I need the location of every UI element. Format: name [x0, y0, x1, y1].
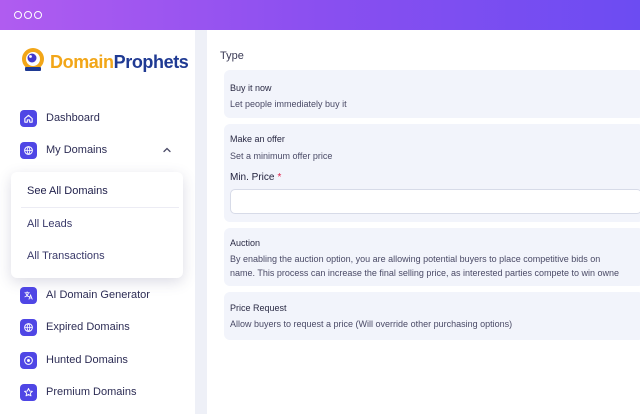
sidebar-divider: [195, 30, 207, 414]
submenu-item-see-all-domains[interactable]: See All Domains: [27, 185, 108, 197]
min-price-input[interactable]: [230, 189, 640, 214]
target-icon: [20, 351, 37, 369]
submenu-divider: [21, 207, 179, 208]
brand-name-part2: Prophets: [113, 52, 189, 72]
brand-name-part1: Domain: [50, 52, 114, 72]
sidebar-item-label: Hunted Domains: [46, 354, 128, 366]
submenu-item-all-transactions[interactable]: All Transactions: [27, 250, 105, 262]
sidebar-item-my-domains[interactable]: My Domains: [20, 140, 107, 160]
option-description: Set a minimum offer price: [230, 151, 333, 161]
globe-icon: [20, 141, 37, 159]
sidebar-item-expired-domains[interactable]: Expired Domains: [20, 317, 130, 337]
sidebar-item-hunted-domains[interactable]: Hunted Domains: [20, 350, 128, 370]
page-title: Type: [220, 50, 244, 62]
min-price-label-text: Min. Price: [230, 172, 275, 183]
globe-icon: [20, 318, 37, 336]
logo-icon[interactable]: [20, 46, 48, 74]
sidebar-item-ai-domain-generator[interactable]: AI Domain Generator: [20, 285, 150, 305]
my-domains-submenu: See All Domains All Leads All Transactio…: [11, 172, 183, 278]
sidebar-item-label: Dashboard: [46, 112, 100, 124]
min-price-label: Min. Price *: [230, 172, 281, 183]
option-description-line1: By enabling the auction option, you are …: [230, 254, 601, 264]
option-title: Price Request: [230, 303, 287, 313]
option-price-request[interactable]: Price Request Allow buyers to request a …: [224, 292, 640, 340]
sidebar-item-label: Expired Domains: [46, 321, 130, 333]
chevron-up-icon[interactable]: [161, 144, 173, 156]
option-description: Let people immediately buy it: [230, 99, 347, 109]
option-title: Buy it now: [230, 83, 272, 93]
window-dot-icon[interactable]: [34, 11, 42, 19]
sidebar-item-dashboard[interactable]: Dashboard: [20, 108, 100, 128]
option-description-line2: name. This process can increase the fina…: [230, 268, 620, 278]
option-auction[interactable]: Auction By enabling the auction option, …: [224, 228, 640, 286]
window-titlebar: [0, 0, 640, 30]
sidebar-item-label: Premium Domains: [46, 386, 137, 398]
brand-name[interactable]: DomainProphets: [50, 52, 189, 73]
sidebar-item-label: AI Domain Generator: [46, 289, 150, 301]
option-buy-it-now[interactable]: Buy it now Let people immediately buy it: [224, 70, 640, 118]
required-marker: *: [277, 172, 282, 183]
star-icon: [20, 383, 37, 401]
sidebar-item-premium-domains[interactable]: Premium Domains: [20, 382, 136, 402]
option-title: Make an offer: [230, 134, 285, 144]
window-dot-icon[interactable]: [14, 11, 22, 19]
translate-icon: [20, 286, 37, 304]
window-dot-icon[interactable]: [24, 11, 32, 19]
sidebar-item-label: My Domains: [46, 144, 108, 156]
option-description: Allow buyers to request a price (Will ov…: [230, 319, 513, 329]
option-title: Auction: [230, 238, 261, 248]
home-icon: [20, 109, 37, 127]
submenu-item-all-leads[interactable]: All Leads: [27, 218, 72, 230]
